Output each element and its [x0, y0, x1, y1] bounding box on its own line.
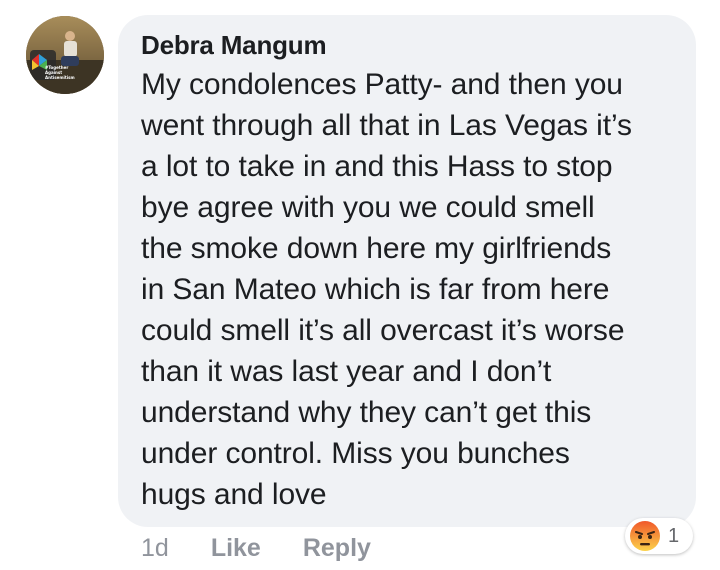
avatar-photo	[26, 16, 104, 94]
comment-line: under control. Miss you bunches	[141, 437, 570, 470]
avatar[interactable]: #Together Against Antisemitism	[26, 16, 104, 94]
comment-line: understand why they can’t get this	[141, 396, 592, 429]
comment-line: bye agree with you we could smell	[141, 191, 595, 224]
comment-text: My condolences Patty- and then you went …	[141, 64, 681, 515]
reply-button[interactable]: Reply	[303, 534, 371, 563]
comment-line: My condolences Patty- and then you	[141, 68, 623, 101]
comment-actions: 1d Like Reply	[141, 532, 371, 564]
comment-line: a lot to take in and this Hass to stop	[141, 150, 613, 183]
comment-line: in San Mateo which is far from here	[141, 273, 610, 306]
avatar-caption: #Together Against Antisemitism	[45, 65, 75, 80]
reaction-count: 1	[668, 524, 680, 547]
comment-line: went through all that in Las Vegas it’s	[141, 109, 632, 142]
comment-line: could smell it’s all overcast it’s worse	[141, 314, 625, 347]
reaction-summary[interactable]: 1	[625, 518, 693, 554]
comment-line: than it was last year and I don’t	[141, 355, 552, 388]
comment-line: hugs and love	[141, 478, 327, 511]
like-button[interactable]: Like	[211, 534, 261, 563]
angry-face-icon	[630, 521, 660, 551]
comment-timestamp[interactable]: 1d	[141, 534, 169, 563]
comment-line: the smoke down here my girlfriends	[141, 232, 612, 265]
comment-author[interactable]: Debra Mangum	[141, 30, 327, 61]
